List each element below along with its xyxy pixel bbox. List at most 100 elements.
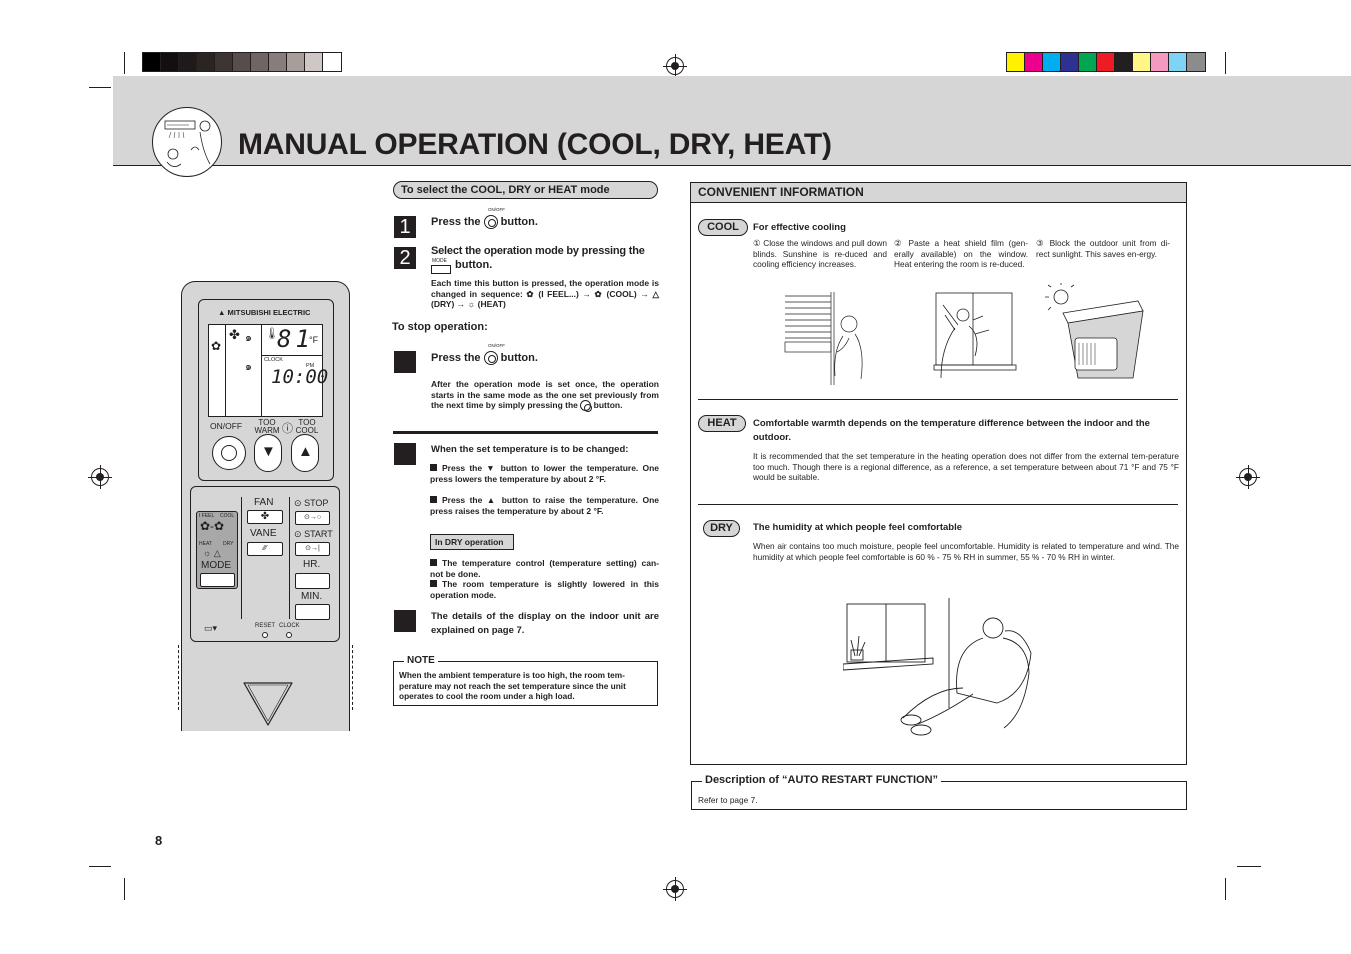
timer-off-icon: ⊙→○ — [303, 514, 322, 521]
mitsubishi-logo-icon: ▲ — [218, 308, 226, 317]
temp-down-bullet: Press the ▼ button to lower the temperat… — [430, 463, 659, 484]
section-divider — [393, 431, 658, 434]
timer-icon: ⊙ — [294, 498, 302, 508]
crop-mark — [124, 878, 125, 900]
stop-timer-label: ⊙ STOP — [294, 498, 328, 509]
start-timer-button[interactable]: ⊙→| — [295, 542, 330, 556]
gray-swatch — [251, 53, 269, 71]
process-color-bar — [1006, 52, 1206, 72]
cool-mode-icon: ✿ — [211, 339, 222, 353]
auto-restart-text: Refer to page 7. — [698, 795, 758, 805]
on-off-button[interactable] — [212, 436, 246, 470]
on-off-button-icon — [483, 215, 498, 229]
heat-text: It is recommended that the set temperatu… — [753, 451, 1179, 482]
minute-button[interactable] — [295, 604, 330, 620]
too-warm-label: TOO WARM — [254, 418, 280, 435]
crop-mark — [1237, 866, 1261, 867]
crop-mark — [89, 866, 111, 867]
step-3-text-before: Press the — [431, 351, 481, 364]
crop-mark — [124, 52, 125, 74]
vane-button[interactable]: ⁄⁄⁄ — [247, 542, 283, 556]
battery-icon: ▭▾ — [204, 623, 218, 633]
ac-illustration-icon — [152, 107, 222, 177]
tip-text: Paste a heat shield film (gen-erally ava… — [894, 238, 1028, 269]
on-off-button-icon — [483, 351, 498, 365]
color-swatch — [1169, 53, 1187, 71]
note-label: NOTE — [404, 655, 438, 666]
color-swatch — [1187, 53, 1205, 71]
bullet-icon — [430, 580, 437, 587]
fan-icon: ✤ — [229, 327, 240, 342]
gray-swatch — [269, 53, 287, 71]
section-divider — [698, 399, 1178, 400]
remote-brand: ▲ MITSUBISHI ELECTRIC — [218, 308, 310, 317]
gray-swatch — [179, 53, 197, 71]
step-3-text-after: button. — [500, 351, 538, 364]
step-3-detail: After the operation mode is set once, th… — [431, 379, 659, 413]
step-3-detail-end: button. — [593, 400, 623, 410]
gray-swatch — [287, 53, 305, 71]
stop-timer-button[interactable]: ⊙→○ — [295, 511, 330, 525]
registration-mark-icon — [88, 465, 112, 489]
cool-tip-1: ① Close the windows and pull down blinds… — [753, 238, 887, 270]
triangle-down-icon: ▼ — [261, 443, 276, 460]
clock-label: CLOCK — [279, 623, 300, 629]
dry-text: When air contains too much moisture, peo… — [753, 541, 1179, 562]
remote-transmitter-triangle-icon — [240, 680, 296, 733]
vane-swing-icon: ๑ — [245, 361, 252, 373]
lcd-temp-unit: °F — [309, 335, 319, 345]
step-number-3 — [394, 351, 416, 373]
gray-swatch — [233, 53, 251, 71]
step-2-text: Select the operation mode by pressing th… — [431, 245, 659, 257]
stop-operation-heading: To stop operation: — [392, 321, 488, 333]
registration-mark-icon — [663, 54, 687, 78]
triangle-up-icon: ▲ — [298, 443, 313, 460]
dry-label: DRY — [223, 541, 234, 547]
brand-label: MITSUBISHI ELECTRIC — [227, 308, 311, 317]
lcd-time: 10:00 — [271, 366, 329, 388]
step-4-heading: When the set temperature is to be change… — [431, 444, 629, 455]
clock-button[interactable] — [286, 632, 292, 638]
mode-button[interactable] — [200, 573, 235, 587]
power-icon — [221, 445, 237, 461]
page-number: 8 — [155, 833, 163, 848]
gray-swatch — [161, 53, 179, 71]
start-label: START — [304, 529, 333, 539]
temperature-up-button[interactable]: ▲ — [291, 434, 319, 472]
hr-label: HR. — [303, 559, 321, 570]
heat-dry-icons: ☼ △ — [203, 548, 221, 558]
registration-mark-icon — [663, 877, 687, 901]
blinds-illustration — [783, 290, 883, 395]
color-swatch — [1025, 53, 1043, 71]
start-timer-label: ⊙ START — [294, 529, 333, 540]
color-swatch — [1043, 53, 1061, 71]
cool-title: For effective cooling — [753, 222, 846, 233]
convenient-information-heading: CONVENIENT INFORMATION — [690, 182, 1187, 203]
step-number-5 — [394, 610, 416, 632]
bullet-icon — [430, 464, 437, 471]
outdoor-unit-shade-illustration — [1043, 282, 1153, 388]
fan-button[interactable]: ✤ — [247, 510, 283, 524]
panel-divider — [289, 497, 290, 619]
note-text: When the ambient temperature is too high… — [399, 670, 626, 701]
hour-button[interactable] — [295, 573, 330, 589]
crop-mark — [1225, 52, 1226, 74]
crop-mark — [1225, 878, 1226, 900]
lcd-screen: ✿ ✤ ๑ ๑ 🌡 81 °F CLOCK PM 10:00 — [208, 324, 328, 417]
lcd-divider — [261, 355, 323, 356]
step-1-text: Press the button. — [431, 215, 538, 229]
step-1-text-before: Press the — [431, 215, 481, 228]
mode-cycle-icon: ✿-✿ — [200, 519, 225, 533]
temp-up-text: Press the ▲ button to raise the temperat… — [430, 495, 659, 516]
on-off-button-icon — [580, 400, 593, 413]
timer-on-icon: ⊙→| — [305, 545, 320, 552]
min-label: MIN. — [301, 591, 323, 602]
reset-button[interactable] — [262, 632, 268, 638]
step-2-line-1: Select the operation mode by pressing th… — [431, 245, 645, 257]
step-2-detail: Each time this button is pressed, the op… — [431, 278, 659, 309]
relaxing-man-illustration — [842, 598, 1033, 745]
tip-text: Close the windows and pull down blinds. … — [753, 238, 887, 269]
temperature-down-button[interactable]: ▼ — [254, 434, 282, 472]
color-swatch — [1115, 53, 1133, 71]
bullet-icon — [430, 496, 437, 503]
